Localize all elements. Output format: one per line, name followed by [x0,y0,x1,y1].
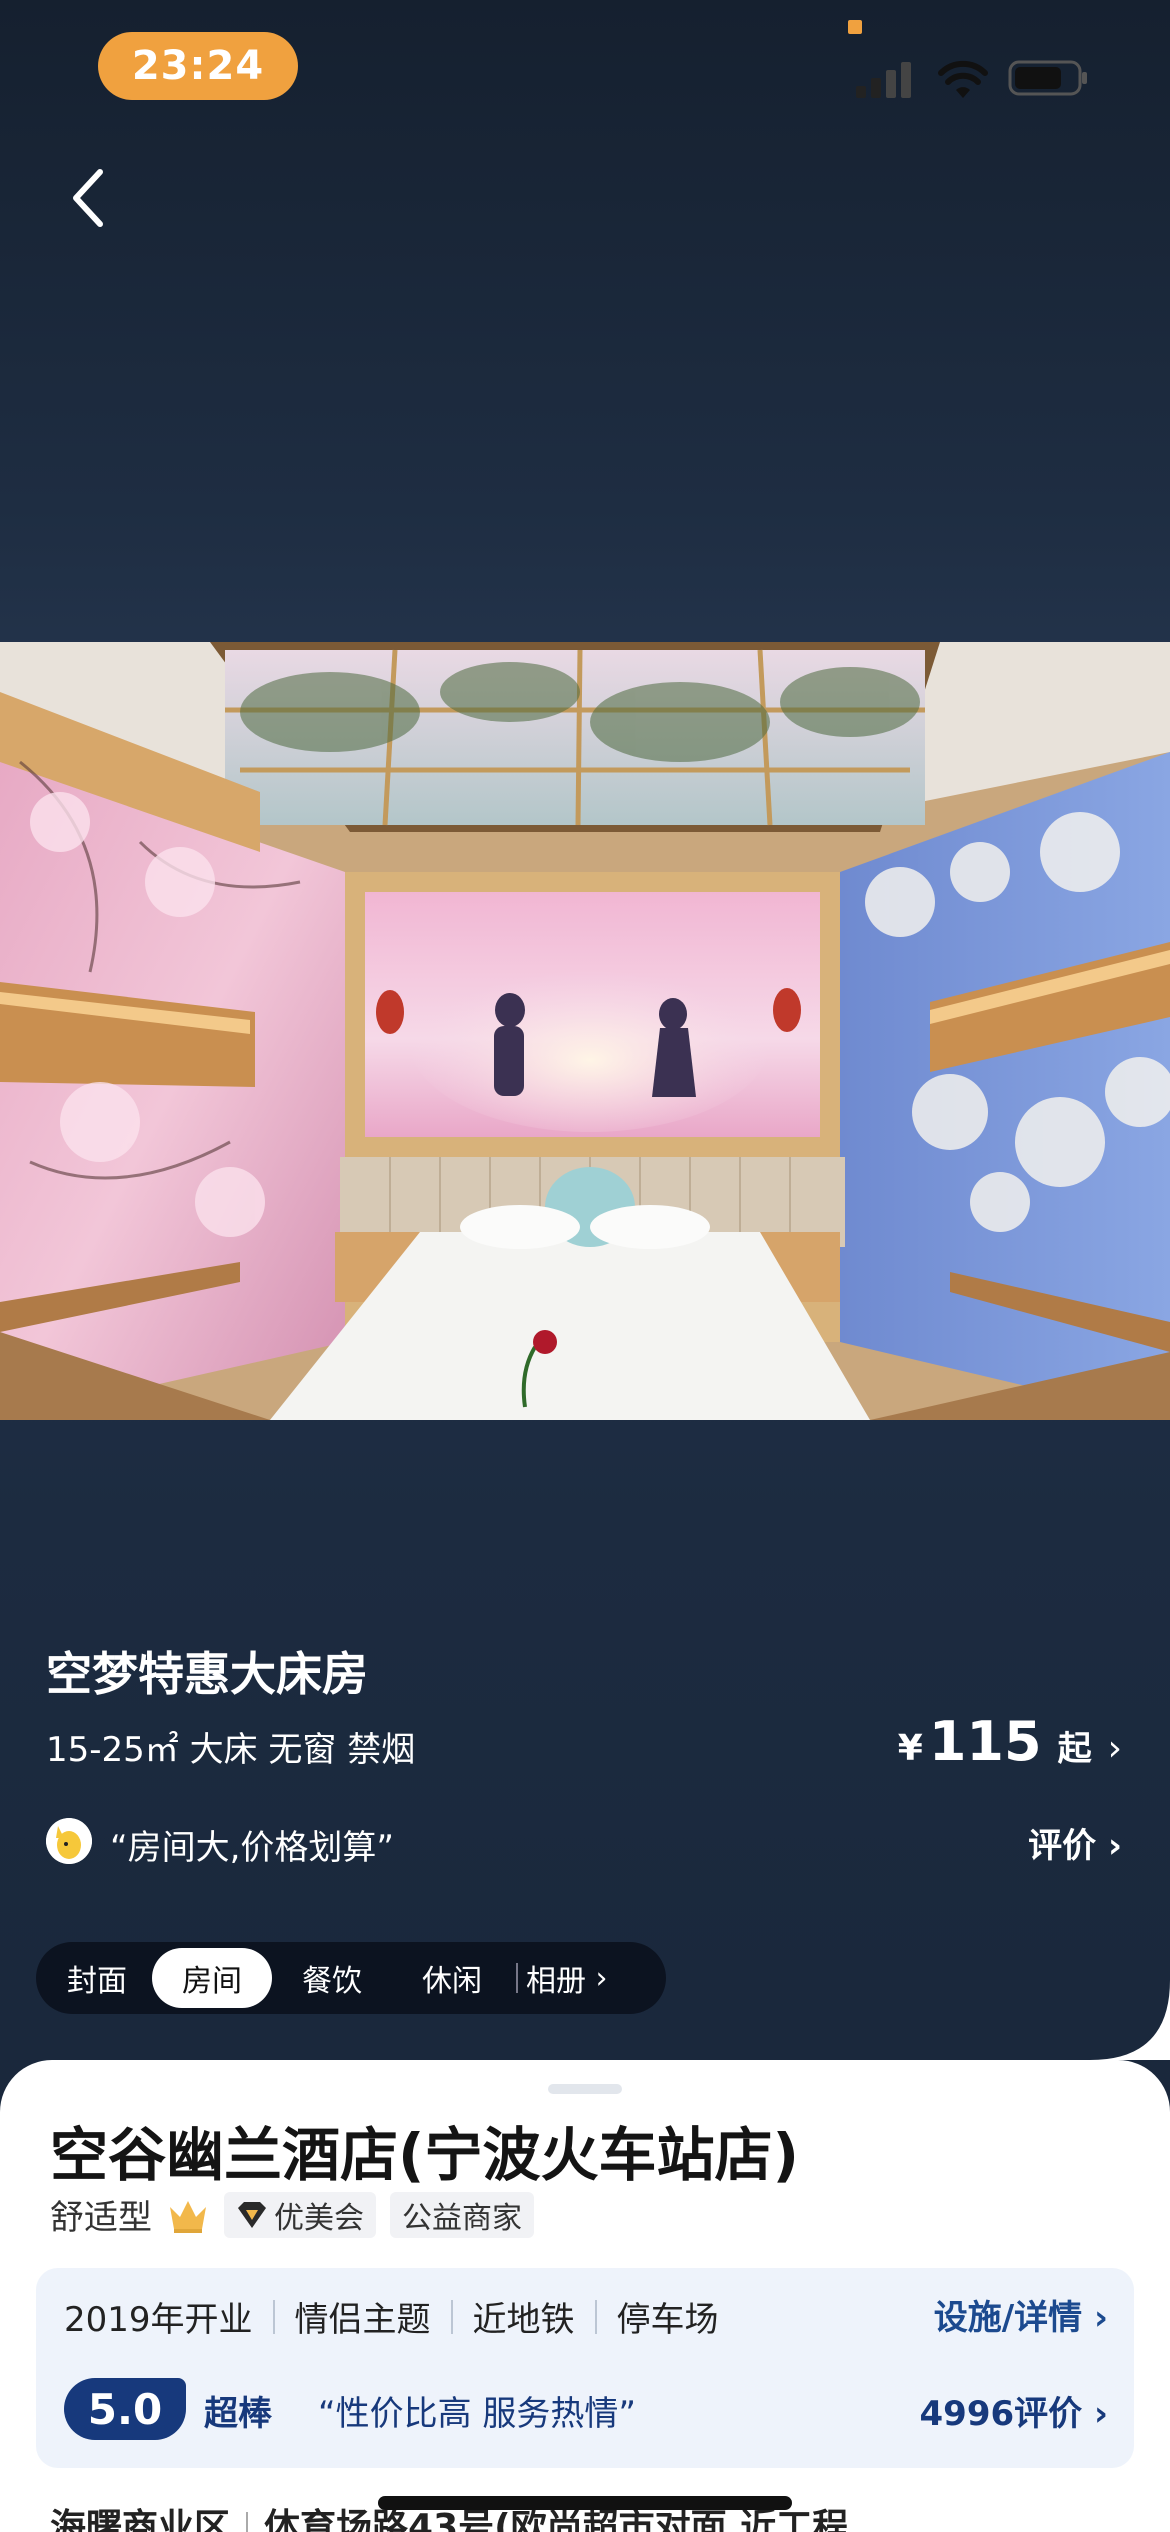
tab-leisure[interactable]: 休闲 [392,1948,512,2008]
facility-details-label: 设施/详情 [933,2298,1083,2338]
feature-item: 2019年开业 [64,2300,253,2340]
feature-item: 近地铁 [472,2300,575,2340]
tab-room[interactable]: 房间 [152,1948,272,2008]
score-badge: 5.0 [64,2378,186,2440]
facility-details-link[interactable]: 设施/详情 › [934,2290,1108,2339]
sheet-handle[interactable] [548,2084,622,2094]
charity-tag[interactable]: 公益商家 [390,2191,534,2238]
chevron-right-icon: › [1107,1826,1122,1866]
feature-list: 2019年开业 情侣主题 近地铁 停车场 [64,2292,719,2341]
sheet-corner [1090,1980,1170,2060]
district: 海曙商业区 [50,2507,231,2532]
hotel-name: 空谷幽兰酒店(宁波火车站店) [50,2121,800,2189]
price-currency: ¥ [897,1728,923,1769]
feature-divider [450,2299,453,2334]
address: 体育场路43号(欧尚超市对面,近工程 [264,2507,849,2532]
tab-divider [516,1963,518,1993]
review-quote: “房间大,价格划算” [110,1828,395,1868]
back-chevron-icon[interactable] [60,160,120,236]
feature-item: 停车场 [616,2300,719,2340]
privacy-indicator [848,20,862,34]
address-divider [246,2512,249,2532]
chevron-right-icon: › [1107,1728,1122,1769]
room-specs: 15-25㎡ 大床 无窗 禁烟 [46,1730,416,1770]
feature-item: 情侣主题 [294,2300,431,2340]
gallery-tabs: 封面 房间 餐饮 休闲 相册 › [36,1942,666,2014]
chevron-right-icon: › [586,1960,608,1996]
tab-album-label: 相册 [526,1964,586,1999]
wifi-icon [938,60,988,98]
member-tag-label: 优美会 [274,2200,364,2236]
chevron-right-icon: › [1093,2394,1108,2434]
battery-icon [1008,60,1087,96]
score-label: 超棒 [204,2394,272,2434]
chevron-right-icon: › [1093,2298,1108,2338]
status-time: 23:24 [98,32,298,100]
tab-cover[interactable]: 封面 [42,1948,152,2008]
home-indicator[interactable] [378,2496,792,2510]
hotel-tags: 舒适型 优美会 公益商家 [50,2190,534,2239]
feature-divider [272,2299,275,2334]
reviewer-avatar [46,1818,92,1864]
hotel-summary-card: 2019年开业 情侣主题 近地铁 停车场 设施/详情 › 5.0 超棒 “性价比… [36,2268,1134,2468]
hotel-room-page: 23:24 空梦特惠大床房 15-25㎡ 大床 无窗 禁烟 ¥ 115 起 › … [0,0,1170,2532]
price-value: 115 [928,1710,1042,1773]
reviews-link[interactable]: 评价 › [1028,1818,1122,1867]
review-count-label: 4996评价 [919,2394,1083,2434]
score-quote: “性价比高 服务热情” [318,2394,637,2434]
hotel-type: 舒适型 [50,2198,152,2238]
room-price[interactable]: ¥ 115 起 › [898,1710,1122,1773]
feature-divider [594,2299,597,2334]
review-count-link[interactable]: 4996评价 › [920,2386,1109,2435]
member-tag[interactable]: 优美会 [224,2191,376,2238]
price-suffix: 起 [1057,1729,1092,1769]
signal-icon [856,62,911,98]
room-name: 空梦特惠大床房 [46,1647,368,1701]
tab-dining[interactable]: 餐饮 [272,1948,392,2008]
reviews-link-label: 评价 [1028,1826,1097,1866]
tab-album[interactable]: 相册 › [526,1948,626,2008]
diamond-icon [238,2201,266,2228]
room-photo[interactable] [0,642,1170,1420]
crown-icon [170,2200,206,2233]
